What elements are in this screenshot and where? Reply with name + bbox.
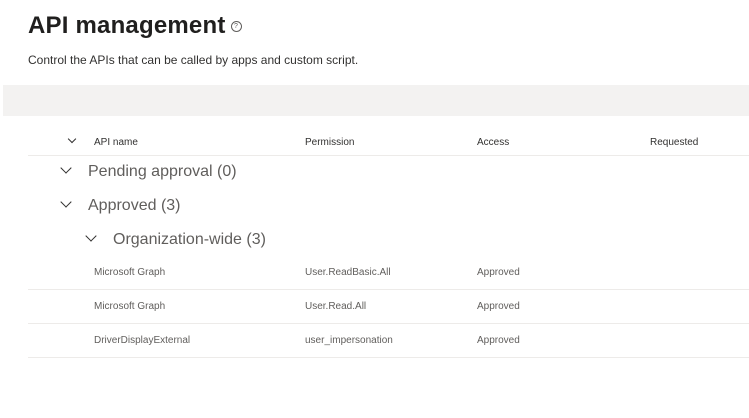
table-row[interactable]: DriverDisplayExternal user_impersonation… bbox=[28, 323, 749, 358]
collapse-all-chevron-icon[interactable] bbox=[67, 134, 77, 144]
table-header: API name Permission Access Requested bbox=[28, 130, 749, 156]
column-header-access[interactable]: Access bbox=[477, 137, 509, 148]
group-label: Organization-wide (3) bbox=[113, 231, 266, 248]
permission: user_impersonation bbox=[305, 335, 393, 346]
column-header-requested[interactable]: Requested bbox=[650, 137, 698, 148]
table-row[interactable]: Microsoft Graph User.Read.All Approved bbox=[28, 289, 749, 324]
api-name: DriverDisplayExternal bbox=[94, 335, 191, 346]
column-header-permission[interactable]: Permission bbox=[305, 137, 354, 148]
help-icon[interactable]: ? bbox=[230, 21, 242, 33]
permission: User.Read.All bbox=[305, 301, 367, 312]
chevron-down-icon[interactable] bbox=[85, 230, 97, 242]
group-label: Pending approval (0) bbox=[88, 163, 237, 180]
table-row[interactable]: Microsoft Graph User.ReadBasic.All Appro… bbox=[28, 255, 749, 290]
api-name: Microsoft Graph bbox=[94, 267, 166, 278]
page-title: API management? bbox=[28, 12, 242, 40]
access: Approved bbox=[477, 301, 520, 312]
command-bar bbox=[3, 85, 749, 116]
column-header-api-name[interactable]: API name bbox=[94, 137, 138, 148]
access: Approved bbox=[477, 335, 520, 346]
chevron-down-icon[interactable] bbox=[60, 196, 72, 208]
group-label: Approved (3) bbox=[88, 197, 181, 214]
page-subtitle: Control the APIs that can be called by a… bbox=[28, 53, 359, 67]
access: Approved bbox=[477, 267, 520, 278]
permission: User.ReadBasic.All bbox=[305, 267, 391, 278]
api-name: Microsoft Graph bbox=[94, 301, 166, 312]
chevron-down-icon[interactable] bbox=[60, 162, 72, 174]
